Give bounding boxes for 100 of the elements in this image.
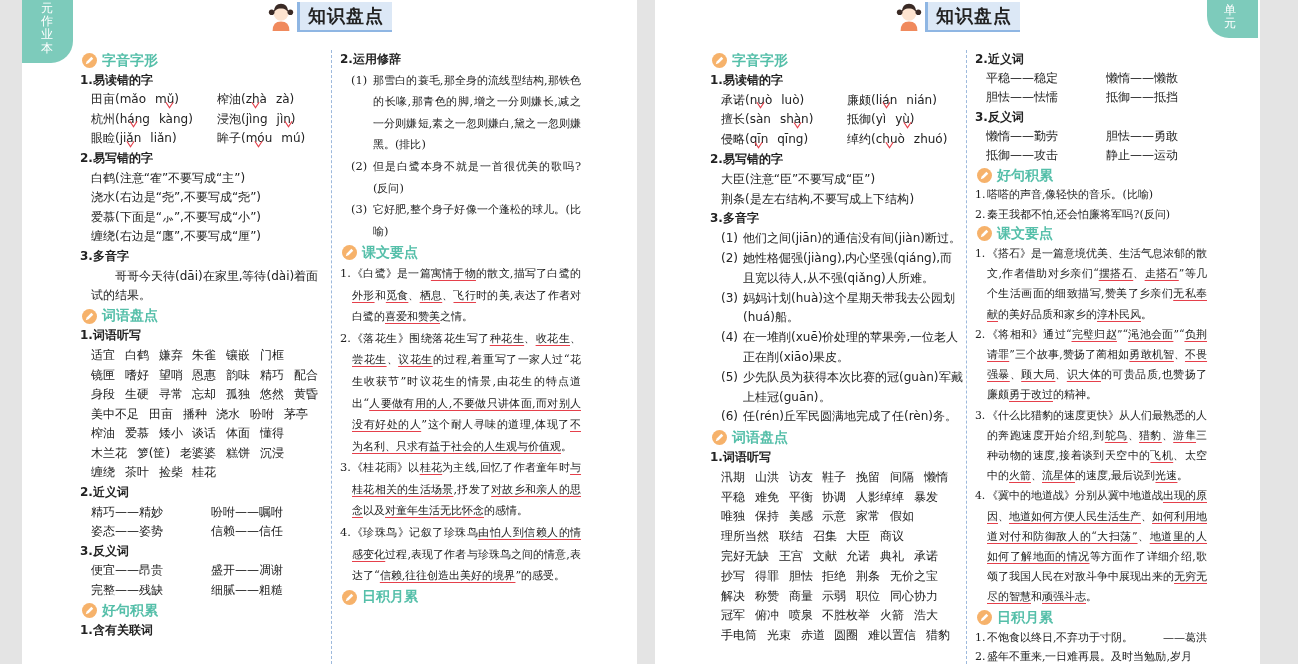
section-heading: 好句积累	[102, 601, 158, 621]
pinyin-option: (sàn	[745, 112, 771, 127]
subheading: 2.易写错的字	[710, 151, 784, 168]
summary-paragraph: 《将相和》通过“完璧归赵”“渑池会面”“负荆请罪”三个故事,赞扬了蔺相如勇敢机智、不畏强暴、顾大局、识大体的可贵品质,也赞扬了廉颇勇于改过的精神。	[987, 326, 1207, 404]
pinyin-option: kàng)	[158, 111, 193, 126]
subheading: 2.易写错的字	[80, 149, 154, 167]
word-pair: 抵御——抵挡	[1106, 89, 1179, 107]
pinyin-option: (zhà	[241, 92, 267, 107]
item-text: 妈妈计划(huà)这个星期天带我去公园划(huá)船。	[743, 289, 956, 327]
word-pair: 细腻——粗糙	[211, 582, 284, 600]
item-number: 3.	[975, 407, 987, 424]
note-line: 缠绕(右边是“廛”,不要写成“厘”)	[90, 228, 263, 246]
pinyin-option: jìn)	[276, 111, 296, 126]
item-text: 少先队员为获得本次比赛的冠(guàn)军戴上桂冠(guān)。	[743, 368, 963, 406]
word-pair: 吩咐——嘱咐	[211, 503, 284, 521]
vocab-word-line: 适宜 白鹤 嫌弃 朱雀 镶嵌 门框	[91, 346, 286, 364]
pinyin-option: (mǎo	[115, 92, 147, 107]
item-text: 不饱食以终日,不弃功于寸阴。	[987, 629, 1135, 646]
summary-paragraph: 《落花生》围绕落花生写了种花生、收花生、 尝花生、议花生的过程,着重写了一家人过“花生收获节”时议花生的情景,由花生的特点道出“人要做有用的人,不要做只讲体面,而对别人没有好处的人”这个耐人寻味的道理,体现了不为名利、只求有益于社会的人生观与价值观。	[352, 329, 581, 455]
item-text: 秦王我都不怕,还会怕廉将军吗?(反问)	[987, 206, 1171, 223]
vocab-word: 抵御	[847, 111, 871, 129]
item-text: 但是白鹭本身不就是一首很优美的歌吗?(反问)	[373, 157, 581, 197]
word-pair: 姿态——姿势	[91, 523, 164, 541]
pencil-icon	[712, 430, 727, 446]
pinyin-option: (chuò	[871, 132, 905, 147]
vocab-word: 榨油	[217, 91, 241, 109]
vocab-word: 擅长	[721, 111, 745, 129]
word-pair: 完整——残缺	[91, 582, 164, 600]
vocab-word-line: 身段 生硬 寻常 忘却 孤独 悠然 黄昏	[91, 386, 319, 404]
pinyin-option: mǔ)	[155, 92, 180, 107]
pinyin-option: nián)	[906, 92, 937, 107]
item-number: (1)	[721, 230, 739, 248]
item-number: 4.	[340, 524, 352, 542]
pinyin-option: zà)	[275, 92, 295, 107]
pinyin-option: (móu	[241, 131, 273, 146]
pinyin-option: (háng	[115, 111, 150, 126]
vocab-word-line: 平稳 难免 平衡 协调 人影绰绰 暴发	[721, 488, 940, 506]
word-pair: 懒惰——勤劳	[986, 127, 1059, 145]
vocab-word-line: 美中不足 田亩 播种 浇水 吩咐 茅亭	[91, 405, 310, 423]
pinyin-option: (qīn	[745, 132, 769, 147]
subheading: 1.含有关联词	[80, 622, 154, 640]
pinyin-option: (jiǎn	[115, 131, 142, 146]
vocab-word: 承诺	[721, 91, 745, 109]
item-number: (3)	[721, 289, 739, 307]
pinyin-option: (lián	[871, 92, 898, 107]
section-heading: 字音字形	[102, 50, 158, 70]
pencil-icon	[82, 52, 97, 68]
subheading: 3.多音字	[80, 247, 130, 265]
vocab-word: 绰约	[847, 131, 871, 149]
vocab-word-line: 唯独 保持 美感 示意 家常 假如	[721, 508, 916, 526]
item-text: 在一堆削(xuē)价处理的苹果旁,一位老人正在削(xiāo)果皮。	[743, 329, 960, 366]
vocab-word-line: 镜匣 嗜好 望哨 恩惠 韵味 精巧 配合	[91, 366, 319, 384]
section-heading: 好句积累	[997, 165, 1053, 185]
subheading: 2.近义词	[80, 484, 130, 502]
word-pair: 平稳——稳定	[986, 70, 1059, 88]
item-text: 它好肥,整个身子好像一个蓬松的球儿。(比喻)	[373, 201, 581, 240]
vocab-word-line: 榨油 爱慕 矮小 谈话 体面 懂得	[91, 425, 286, 443]
subheading: 1.易读错的字	[710, 71, 784, 89]
item-number: (2)	[721, 249, 739, 267]
word-pair: 胆怯——勇敢	[1106, 127, 1179, 145]
note-line: 浇水(右边是“尧”,不要写成“尧”)	[90, 189, 263, 207]
section-heading: 课文要点	[362, 242, 418, 262]
item-number: (4)	[721, 329, 739, 347]
vocab-word: 廉颇	[847, 91, 871, 109]
word-pair: 盛开——凋谢	[211, 562, 284, 580]
summary-paragraph: 《搭石》是一篇意境优美、生活气息浓郁的散文,作者借助对乡亲们“摆搭石、走搭石”等几个生活画面的细致描写,赞美了乡亲们无私奉献的美好品质和家乡的淳朴民风。	[987, 246, 1207, 323]
pinyin-option: shàn)	[779, 112, 814, 127]
vocab-word: 杭州	[91, 110, 115, 128]
pencil-icon	[977, 167, 992, 183]
vocab-word-line: 抄写 得罪 胆怯 拒绝 荆条 无价之宝	[721, 567, 940, 585]
item-text: 那雪白的蓑毛,那全身的流线型结构,那铁色的长喙,那青色的脚,增之一分则嫌长,减之一分则嫌短,素之一忽则嫌白,黛之一忽则嫌黑。(排比)	[373, 71, 581, 154]
pinyin-option: (nuò	[745, 92, 773, 107]
section-heading: 课文要点	[997, 224, 1053, 244]
pinyin-option: zhuó)	[913, 132, 948, 147]
vocab-word-line: 理所当然 联结 召集 大臣 商议	[721, 528, 906, 546]
item-number: 1.	[340, 264, 352, 282]
note-line: 荆条(是左右结构,不要写成上下结构)	[720, 190, 916, 208]
subheading: 3.多音字	[710, 210, 760, 228]
summary-paragraph: 《白鹭》是一篇寓情于物的散文,描写了白鹭的 外形和觅食、栖息、飞行时的美,表达了作者对白鹭的喜爱和赞美之情。	[352, 264, 581, 326]
note-line: 白鹤(注意“隺”不要写成“主”)	[90, 169, 247, 187]
pencil-icon	[342, 245, 357, 261]
item-number: 2.	[340, 329, 352, 347]
word-pair: 静止——运动	[1106, 147, 1179, 164]
subheading: 3.反义词	[975, 108, 1025, 126]
pinyin-option: yù)	[895, 112, 915, 127]
pinyin-option: qīng)	[777, 132, 809, 147]
item-number: (1)	[351, 71, 369, 89]
item-text: 她性格倔强(jiàng),内心坚强(qiáng),而且宽以待人,从不强(qiǎng)人所难。	[743, 249, 954, 287]
page-title: 知识盘点	[297, 2, 392, 32]
vocab-word-line: 解决 称赞 商量 示弱 职位 同心协力	[721, 587, 940, 605]
item-text: 嗒嗒的声音,像轻快的音乐。(比喻)	[987, 187, 1155, 204]
item-text: 任(rén)丘军民圆满地完成了任(rèn)务。	[743, 408, 959, 426]
summary-paragraph: 《什么比猎豹的速度更快》从人们最熟悉的人的奔跑速度开始介绍,到鸵鸟、猎豹、游隼三种动物的速度,接着谈到天空中的飞机、太空中的火箭、流星体的速度,最后说到光速。	[987, 407, 1207, 485]
item-number: (6)	[721, 408, 739, 426]
subheading: 1.易读错的字	[80, 71, 154, 89]
word-pair: 懒惰——懒散	[1106, 70, 1179, 88]
word-pair: 便宜——昂贵	[91, 562, 164, 580]
pinyin-option: (yì	[871, 112, 887, 127]
pencil-icon	[712, 52, 727, 68]
item-number: (3)	[351, 201, 369, 219]
